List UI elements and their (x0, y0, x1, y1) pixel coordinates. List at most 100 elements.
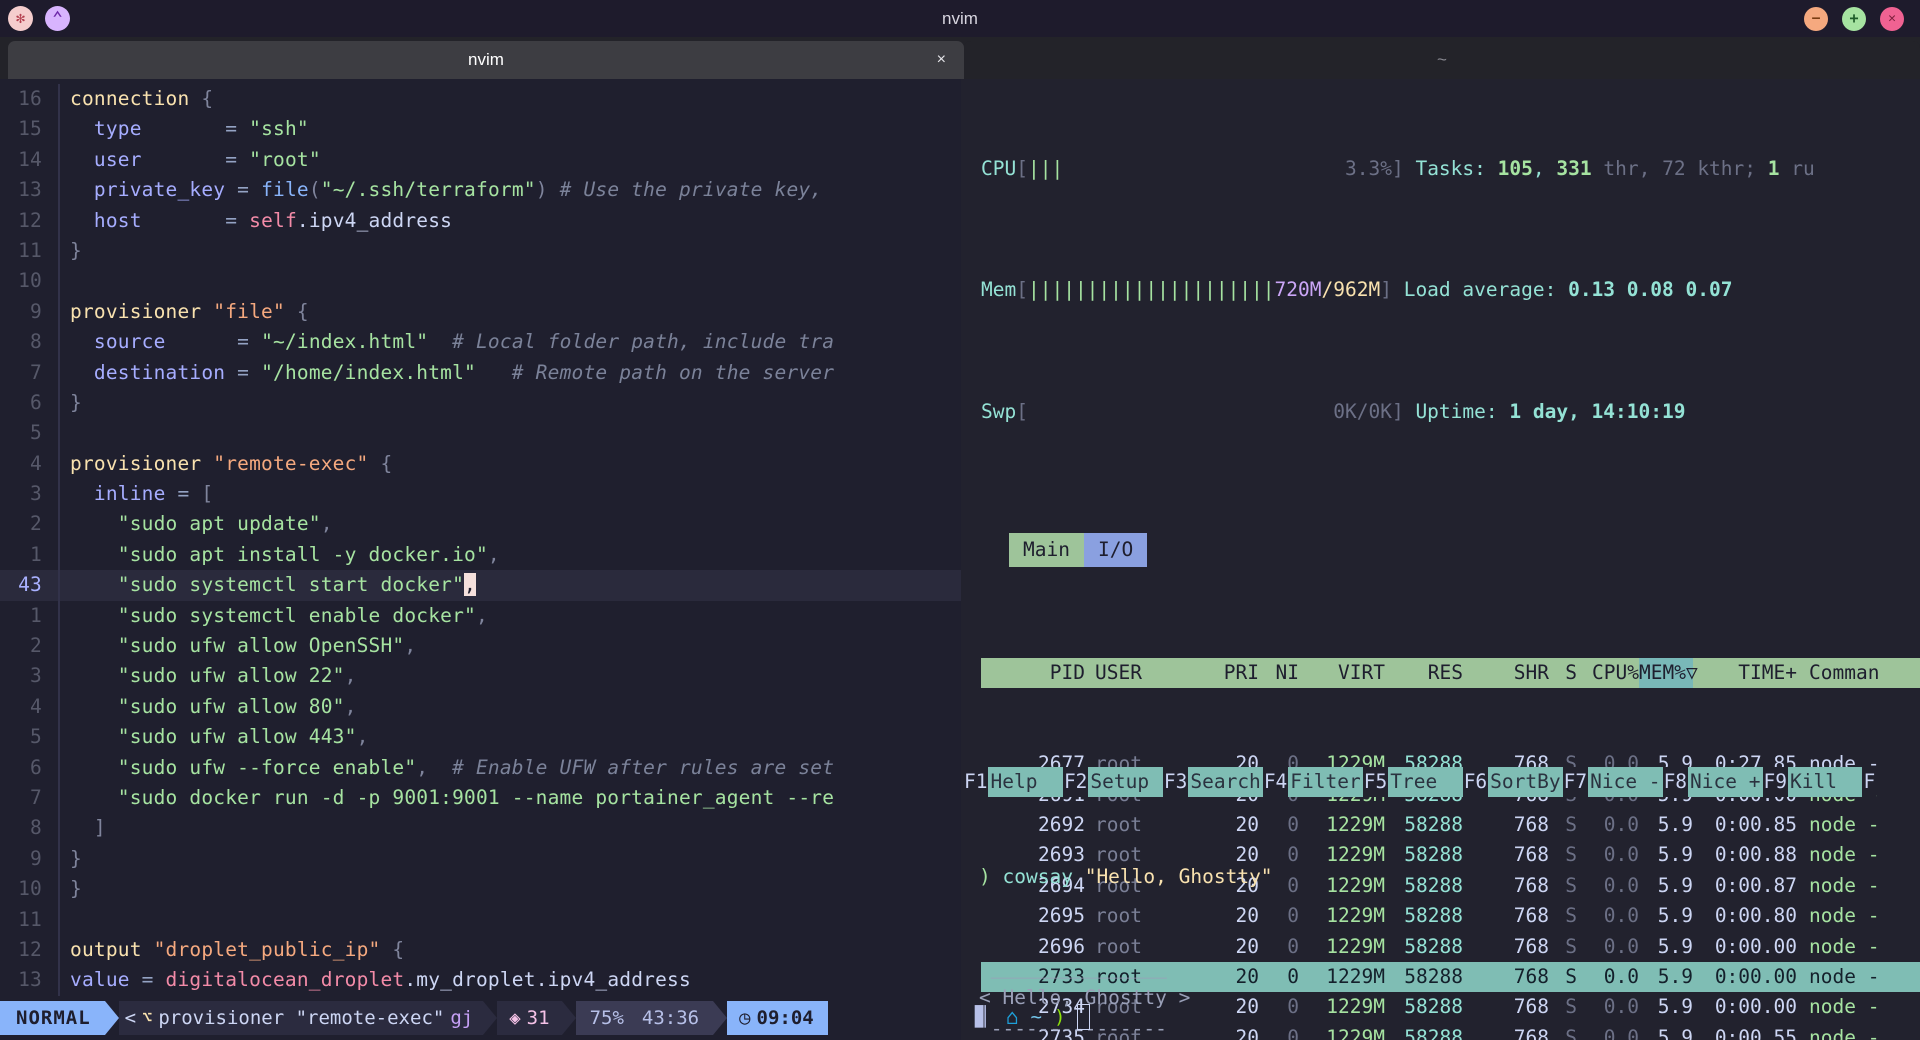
line-number: 11 (18, 907, 42, 931)
code-token: = (225, 208, 250, 232)
mem-meter-used: 720M (1274, 278, 1322, 302)
code-text: provisioner "file" { (60, 297, 309, 327)
htop-column-header[interactable]: VIRT (1299, 658, 1385, 688)
htop-column-header[interactable]: USER (1085, 658, 1203, 688)
window-title: nvim (942, 8, 978, 28)
cowsay-output: _______________ < Hello, Ghostty > ------… (979, 953, 1920, 1040)
code-line: 8 source = "~/index.html" # Local folder… (0, 327, 961, 358)
load-5: 0.08 (1626, 278, 1674, 302)
code-text: value = digitalocean_droplet.my_droplet.… (60, 965, 691, 995)
code-token: value (70, 968, 142, 992)
htop-column-header[interactable]: S (1549, 658, 1577, 688)
code-token: type (93, 117, 226, 141)
line-number: 7 (30, 785, 42, 809)
code-token: , (475, 603, 488, 627)
htop-column-header[interactable]: PID (981, 658, 1085, 688)
tab-shell[interactable]: ~ (964, 41, 1920, 79)
code-token: "/home/index.html" (261, 360, 476, 384)
fkey-label[interactable]: Search (1188, 767, 1263, 797)
code-text: private_key = file("~/.ssh/terraform") #… (60, 175, 822, 205)
htop-table-header[interactable]: PID USER PRI NI VIRT RES SHR S CPU% MEM%▽ TIME+ Com… (981, 658, 1920, 689)
line-number: 12 (18, 208, 42, 232)
line-number: 2 (30, 634, 42, 658)
htop-column-header[interactable]: PRI (1203, 658, 1259, 688)
fkey-label[interactable]: Tree (1388, 767, 1463, 797)
htop-column-header[interactable]: Comman (1797, 658, 1887, 688)
tab-nvim[interactable]: nvim × (8, 41, 964, 79)
code-token: "sudo ufw --force enable" (117, 755, 417, 779)
code-text: "sudo ufw allow 22", (60, 661, 357, 691)
code-token: { (284, 299, 309, 323)
code-line: 11} (0, 235, 961, 267)
code-token: [ (201, 482, 214, 506)
code-line: 10 (0, 266, 961, 297)
swap-meter-label: Swp (981, 400, 1017, 424)
fkey-label[interactable]: Nice + (1688, 767, 1763, 797)
htop-tab-io[interactable]: I/O (1083, 532, 1148, 568)
code-text: "sudo ufw allow OpenSSH", (60, 631, 416, 661)
shell-output[interactable]: ) cowsay "Hello, Ghostty" ______________… (961, 801, 1920, 1040)
line-number: 6 (30, 755, 42, 779)
minimize-button[interactable]: — (1804, 6, 1828, 31)
activity-bars-icon: ▊▏ (975, 1005, 996, 1028)
code-token: { (201, 87, 214, 110)
nvim-editor-pane[interactable]: 16 connection {15 type = "ssh" 14 user = "… (0, 79, 961, 1040)
htop-column-header[interactable]: MEM%▽ (1639, 658, 1698, 689)
code-token: .ipv4_address (535, 968, 691, 992)
code-line: 5 (0, 418, 961, 449)
code-token: "ssh" (249, 117, 309, 141)
load-15: 0.07 (1685, 278, 1733, 302)
maximize-button[interactable]: + (1842, 6, 1866, 31)
code-token: user (93, 147, 226, 171)
code-token: = (177, 482, 202, 506)
code-token: { (368, 451, 393, 475)
swap-meter-value: 0K/0K (1333, 400, 1392, 424)
code-token: # Enable UFW after rules are set (428, 755, 835, 779)
code-line: 2 "sudo ufw allow OpenSSH", (0, 631, 961, 662)
code-line: 15 type = "ssh" (0, 114, 961, 145)
load-1: 0.13 (1568, 278, 1616, 302)
code-line: 11 (0, 904, 961, 935)
htop-column-header[interactable]: NI (1259, 658, 1299, 688)
titlebar-right-buttons: — + ✕ (1804, 6, 1904, 31)
terminal-pane[interactable]: CPU[||| 3.3%] Tasks: 105, 331 thr, 72 kt… (961, 79, 1920, 1040)
htop-tab-main[interactable]: Main (1009, 532, 1084, 568)
code-text: } (60, 874, 82, 904)
tab-nvim-label: nvim (468, 50, 504, 69)
code-text: } (60, 388, 82, 418)
htop-panel[interactable]: CPU[||| 3.3%] Tasks: 105, 331 thr, 72 kt… (961, 79, 1920, 1040)
htop-column-header[interactable]: SHR (1463, 658, 1549, 688)
code-text: "sudo systemctl start docker", (60, 570, 476, 600)
close-button[interactable]: ✕ (1880, 6, 1904, 31)
htop-function-keys[interactable]: F1 Help F2 Setup F3 Search F4 Filter F5 Tree F6… (961, 767, 1920, 797)
fkey-number: F3 (1162, 767, 1189, 797)
code-text: type = "ssh" (60, 114, 309, 144)
fkey-label[interactable]: Nice - (1588, 767, 1663, 797)
code-token: output (70, 937, 154, 961)
fkey-label[interactable]: Filter (1288, 767, 1363, 797)
code-token: , (487, 542, 500, 566)
code-text: } (60, 844, 82, 874)
htop-column-header[interactable]: CPU% (1577, 658, 1639, 688)
fkey-number: F1 (963, 767, 989, 797)
fkey-number: F9 (1762, 767, 1788, 797)
code-area[interactable]: 16 connection {15 type = "ssh" 14 user = "… (0, 79, 961, 996)
code-text: "sudo systemctl enable docker", (60, 601, 488, 631)
fkey-label[interactable]: SortBy (1488, 767, 1563, 797)
code-line: 8 ] (0, 813, 961, 844)
cpu-meter-label: CPU (981, 156, 1017, 180)
fkey-label[interactable]: Kill (1787, 767, 1863, 797)
fkey-label[interactable]: Setup (1088, 767, 1163, 797)
code-token: = (225, 147, 250, 171)
fkey-label[interactable]: Help (988, 767, 1063, 797)
code-text: "sudo apt update", (60, 509, 333, 539)
htop-column-header[interactable]: TIME+ (1693, 658, 1797, 688)
code-token: "sudo systemctl start docker" (117, 573, 465, 597)
code-token: connection (70, 87, 202, 110)
shell-cursor[interactable] (1077, 1003, 1091, 1030)
htop-column-header[interactable]: RES (1385, 658, 1463, 688)
code-text: "sudo docker run -d -p 9001:9001 --name … (60, 783, 834, 813)
tab-close-icon[interactable]: × (937, 51, 946, 69)
code-token: ) (535, 178, 548, 202)
code-line: 13 private_key = file("~/.ssh/terraform"… (0, 175, 961, 206)
